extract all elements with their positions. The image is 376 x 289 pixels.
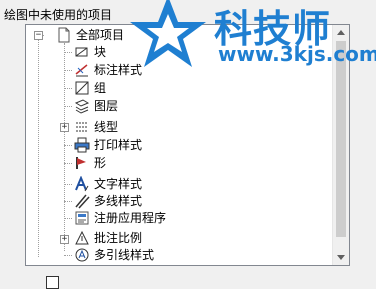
mleaderstyle-icon — [75, 248, 89, 262]
shape-icon — [76, 157, 86, 169]
linetype-icon — [76, 122, 88, 132]
unused-items-label: 绘图中未使用的项目 — [4, 8, 113, 22]
layer-icon — [74, 99, 90, 114]
tree-item-label: 组 — [94, 81, 107, 95]
scroll-down-icon[interactable] — [337, 255, 345, 260]
tree-item-label: 形 — [94, 156, 107, 170]
tree-item-label: 打印样式 — [94, 138, 143, 152]
linetype-expand-toggle[interactable]: + — [60, 123, 69, 132]
tree-item-label: 图层 — [94, 99, 119, 113]
textstyle-icon — [75, 176, 89, 192]
document-icon — [58, 27, 70, 43]
mlinestyle-icon — [75, 194, 90, 209]
scroll-up-icon[interactable] — [337, 30, 345, 35]
tree-item-label: 多引线样式 — [94, 248, 155, 262]
star-logo-icon — [130, 0, 206, 67]
tree-item-label: 线型 — [94, 120, 119, 134]
group-icon — [75, 81, 89, 95]
watermark-url: www.3kjs.com — [218, 42, 376, 66]
root-collapse-toggle[interactable]: − — [34, 31, 43, 40]
scrollbar-thumb[interactable] — [336, 41, 346, 237]
tree-item-label: 多线样式 — [94, 194, 143, 208]
tree-item-label: 批注比例 — [94, 231, 143, 245]
annoscale-expand-toggle[interactable]: + — [60, 235, 69, 244]
tree-item-label: 注册应用程序 — [94, 211, 167, 225]
tree-item-label: 文字样式 — [94, 177, 143, 191]
annoscale-icon — [75, 230, 89, 245]
printer-icon — [74, 137, 90, 153]
tree-root-label: 全部项目 — [76, 28, 125, 42]
tree-item-label: 块 — [94, 45, 107, 59]
option-checkbox[interactable] — [46, 276, 59, 289]
block-icon — [75, 47, 88, 57]
regapp-icon — [75, 211, 89, 225]
dimstyle-icon — [75, 64, 88, 77]
